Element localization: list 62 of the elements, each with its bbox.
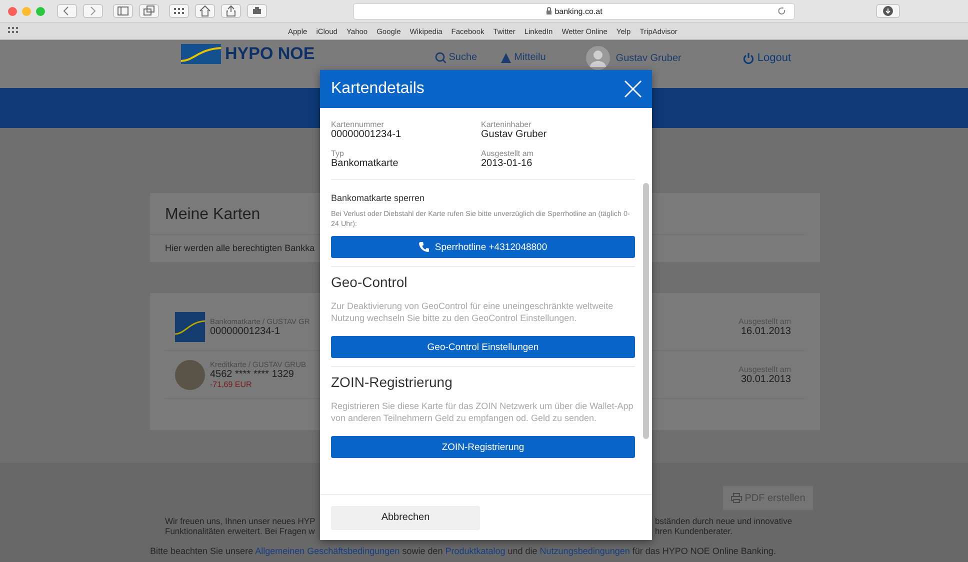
field-label: Typ: [331, 149, 345, 158]
field-value: 2013-01-16: [481, 158, 534, 169]
section-description: Zur Deaktivierung von GeoControl für eine uneingeschränkte weltweite Nutzung wechseln Sie bitte zu den GeoControl Einstellungen.: [331, 300, 614, 324]
field-value: 00000001234-1: [331, 129, 402, 140]
field-value: Gustav Gruber: [481, 129, 548, 140]
footer-text: Wir freuen uns, Ihnen unser neues HYP: [165, 516, 316, 526]
print-button[interactable]: [247, 4, 267, 18]
issued-date: 30.01.2013: [740, 374, 791, 384]
photo-placeholder: [175, 360, 205, 390]
action-button[interactable]: ZOIN-Registrierung: [331, 436, 635, 458]
footer-text: Funktionalitäten erweitert. Bei Fragen w: [165, 526, 316, 536]
sidebar-icon: [117, 5, 129, 17]
close-button[interactable]: [624, 80, 642, 98]
user-name: Gustav Gruber: [616, 52, 682, 64]
reload-icon[interactable]: [778, 6, 786, 16]
section-heading: Bankomatkarte sperren: [331, 193, 426, 203]
home-icon: [199, 5, 211, 17]
footer-text: hren Kundenberater.: [655, 526, 734, 536]
field-label: Kartennummer: [331, 120, 385, 129]
home-button[interactable]: [195, 4, 215, 18]
printer-icon: [730, 493, 742, 503]
sidebar-button[interactable]: [113, 4, 133, 18]
card-number: 00000001234-1: [210, 326, 282, 336]
close-icon: [624, 80, 642, 98]
field-value: Bankomatkarte: [331, 158, 400, 169]
address-bar[interactable]: banking.co.at: [353, 2, 795, 20]
grid-icon: [173, 5, 185, 17]
avatar-icon: [586, 46, 610, 70]
section-heading: ZOIN-Registrierung: [331, 374, 454, 390]
field-label: Karteninhaber: [481, 120, 532, 129]
logo-text: HYPO NOE: [225, 44, 315, 64]
url-text: banking.co.at: [554, 6, 602, 16]
action-button[interactable]: Sperrhotline +4312048800: [331, 236, 635, 258]
download-icon: [883, 6, 893, 16]
print-icon: [251, 5, 263, 17]
lock-icon: [546, 7, 552, 15]
share-button[interactable]: [221, 4, 241, 18]
power-icon: [743, 52, 754, 64]
section-description: Registrieren Sie diese Karte für das ZOIN Netzwerk um über die Wallet-App von anderen Teilnehmern Geld zu empfangen od. Geld zu senden.: [331, 400, 634, 424]
dialog-title: Kartendetails: [331, 80, 424, 98]
card-icon: [175, 312, 205, 342]
card-balance: -71,69 EUR: [210, 380, 253, 389]
issued-date: 16.01.2013: [740, 326, 791, 336]
grid-button[interactable]: [169, 4, 189, 18]
grid-icon[interactable]: [8, 27, 18, 35]
card-number: 4562 **** **** 1329: [210, 369, 295, 380]
field-label: Ausgestellt am: [481, 149, 534, 158]
cancel-button[interactable]: Abbrechen: [331, 506, 480, 530]
tabs-icon: [143, 5, 155, 17]
search-icon: [434, 52, 446, 63]
share-icon: [225, 5, 237, 17]
chevron-left-button[interactable]: [57, 4, 77, 18]
section-heading: Geo-Control: [331, 274, 408, 290]
downloads-button[interactable]: [876, 4, 900, 18]
footer-text: bständen durch neue und innovative: [655, 516, 794, 526]
action-button[interactable]: Geo-Control Einstellungen: [331, 336, 635, 358]
tabs-button[interactable]: [139, 4, 159, 18]
logo-icon: [181, 44, 221, 64]
section-subtitle: Hier werden alle berechtigten Bankka: [165, 243, 315, 253]
phone-icon: [418, 242, 429, 252]
alert-icon: [501, 52, 512, 62]
terms-notice: Bitte beachten Sie unsere Allgemeinen Geschäftsbedingungen sowie den Produktkatalog und die Nutzungsbedingungen für das HYPO NOE Online Banking.: [150, 546, 777, 556]
